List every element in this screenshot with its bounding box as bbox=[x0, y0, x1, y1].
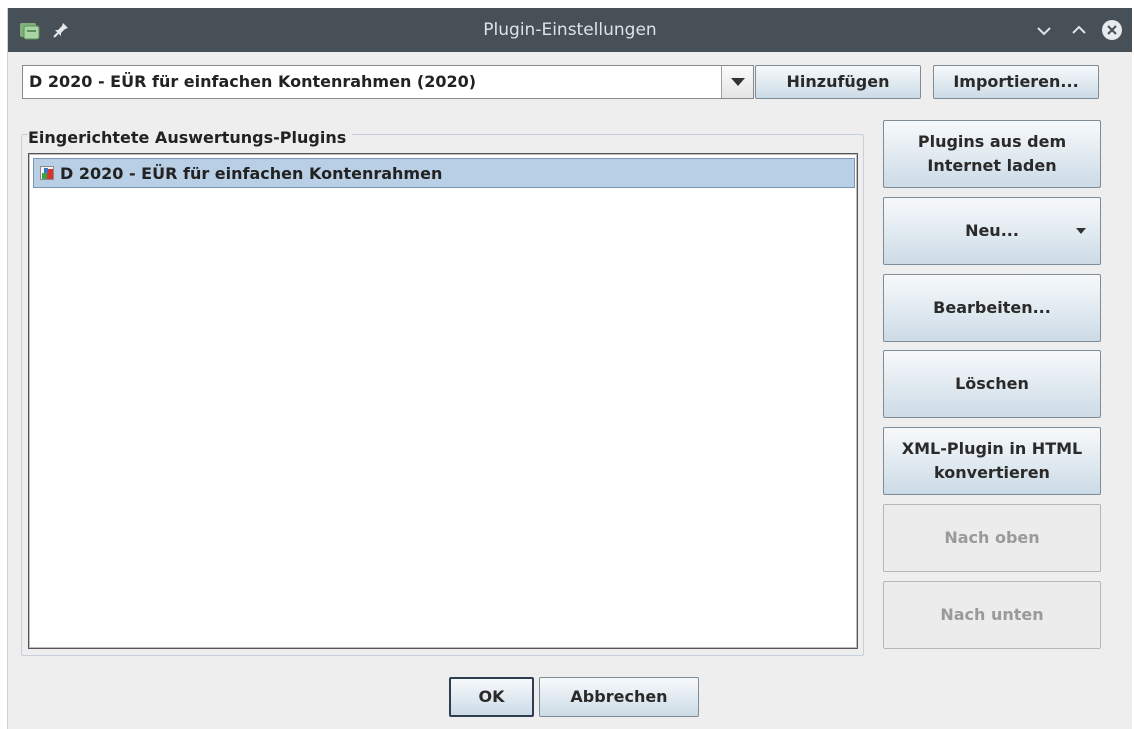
plugin-list[interactable]: D 2020 - EÜR für einfachen Kontenrahmen bbox=[28, 153, 858, 649]
title-bar[interactable]: Plugin-Einstellungen bbox=[8, 8, 1132, 52]
download-plugins-label-line1: Plugins aus dem bbox=[917, 132, 1067, 151]
delete-button-label: Löschen bbox=[955, 374, 1029, 393]
delete-button[interactable]: Löschen bbox=[883, 350, 1101, 418]
import-button-label: Importieren... bbox=[953, 72, 1079, 91]
minimize-button[interactable] bbox=[1032, 18, 1056, 42]
combo-selected-value: D 2020 - EÜR für einfachen Kontenrahmen … bbox=[29, 72, 477, 91]
window-title: Plugin-Einstellungen bbox=[483, 20, 657, 40]
ok-button-label: OK bbox=[478, 687, 505, 706]
move-up-button[interactable]: Nach oben bbox=[883, 504, 1101, 572]
chevron-up-icon bbox=[1072, 25, 1086, 34]
new-button-label: Neu... bbox=[965, 221, 1019, 240]
dropdown-arrow-icon bbox=[730, 78, 745, 86]
move-down-button-label: Nach unten bbox=[940, 605, 1044, 624]
import-button[interactable]: Importieren... bbox=[933, 65, 1099, 99]
group-title: Eingerichtete Auswertungs-Plugins bbox=[28, 128, 353, 148]
convert-xml-button[interactable]: XML-Plugin in HTML konvertieren bbox=[883, 427, 1101, 495]
edit-button-label: Bearbeiten... bbox=[933, 298, 1051, 317]
dropdown-arrow-icon bbox=[1076, 228, 1086, 234]
download-plugins-button[interactable]: Plugins aus dem Internet laden bbox=[883, 120, 1101, 188]
plugin-icon bbox=[40, 166, 54, 180]
move-up-button-label: Nach oben bbox=[944, 528, 1040, 547]
add-button[interactable]: Hinzufügen bbox=[755, 65, 921, 99]
list-item-label: D 2020 - EÜR für einfachen Kontenrahmen bbox=[60, 163, 443, 183]
plugin-select-combobox[interactable]: D 2020 - EÜR für einfachen Kontenrahmen … bbox=[22, 65, 754, 99]
combo-dropdown-button[interactable] bbox=[721, 66, 753, 98]
close-button[interactable] bbox=[1100, 18, 1124, 42]
close-icon bbox=[1102, 20, 1122, 40]
chevron-down-icon bbox=[1037, 27, 1051, 36]
edit-button[interactable]: Bearbeiten... bbox=[883, 274, 1101, 342]
convert-xml-label-line2: konvertieren bbox=[934, 463, 1050, 482]
ok-button[interactable]: OK bbox=[449, 677, 534, 717]
list-item[interactable]: D 2020 - EÜR für einfachen Kontenrahmen bbox=[33, 158, 855, 188]
new-button[interactable]: Neu... bbox=[883, 197, 1101, 265]
download-plugins-label-line2: Internet laden bbox=[927, 156, 1057, 175]
plugin-settings-dialog: Plugin-Einstellungen D 2020 - EÜR für ei… bbox=[7, 8, 1132, 729]
cancel-button[interactable]: Abbrechen bbox=[539, 677, 699, 717]
add-button-label: Hinzufügen bbox=[786, 72, 890, 91]
convert-xml-label-line1: XML-Plugin in HTML bbox=[901, 439, 1083, 458]
cancel-button-label: Abbrechen bbox=[570, 687, 668, 706]
maximize-button[interactable] bbox=[1067, 18, 1091, 42]
move-down-button[interactable]: Nach unten bbox=[883, 581, 1101, 649]
